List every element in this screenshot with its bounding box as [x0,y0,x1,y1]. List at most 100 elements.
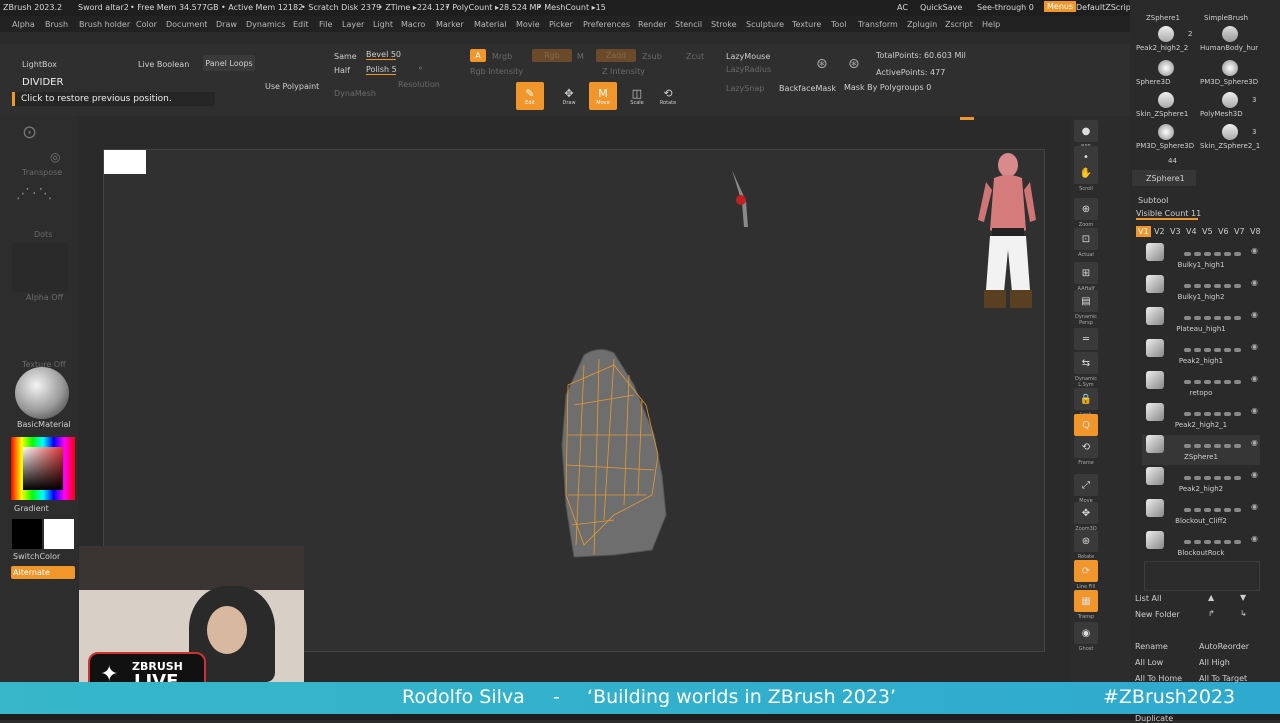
subtool-toggle[interactable] [1234,412,1241,416]
menu-help[interactable]: Help [982,20,1000,29]
subtool-toggles[interactable] [1184,345,1254,352]
eye-icon[interactable]: ◉ [1251,342,1258,351]
all-high-button[interactable]: All High [1199,658,1230,667]
subtool-toggles[interactable] [1184,409,1254,416]
menu-dynamics[interactable]: Dynamics [246,20,285,29]
move-button[interactable]: M Move [589,82,617,110]
shelf-dynamic-persp-button[interactable]: ▤ [1074,290,1098,312]
eye-icon[interactable]: ◉ [1251,470,1258,479]
subtool-title[interactable]: Subtool [1138,196,1168,205]
version-v2[interactable]: V2 [1152,226,1167,237]
zsub-button[interactable]: Zsub [642,52,662,61]
polish-dot-icon[interactable]: ◦ [418,64,423,73]
symmetry-icon[interactable]: ⊛ [816,56,828,72]
version-v4[interactable]: V4 [1184,226,1199,237]
subtool-toggle[interactable] [1194,316,1201,320]
subtool-toggle[interactable] [1194,508,1201,512]
secondary-color-swatch[interactable] [44,519,74,549]
menu-marker[interactable]: Marker [436,20,464,29]
subtool-toggle[interactable] [1204,412,1211,416]
a-toggle[interactable]: A [470,49,486,62]
subtool-row[interactable]: ◉ Peak2_high2_1 [1142,403,1260,433]
menu-edit[interactable]: Edit [293,20,309,29]
zcut-button[interactable]: Zcut [686,52,704,61]
all-low-button[interactable]: All Low [1135,658,1163,667]
menu-render[interactable]: Render [638,20,666,29]
subtool-toggle[interactable] [1224,380,1231,384]
version-v8[interactable]: V8 [1248,226,1263,237]
menus-toggle[interactable]: Menus [1044,1,1077,12]
eye-icon[interactable]: ◉ [1251,310,1258,319]
tool-thumb[interactable]: Sphere3D [1134,58,1200,88]
subtool-toggles[interactable] [1184,377,1254,384]
subtool-toggle[interactable] [1194,540,1201,544]
menu-macro[interactable]: Macro [401,20,425,29]
shelf-floor-button[interactable]: ═ [1074,328,1098,350]
default-zscript-button[interactable]: DefaultZScript [1076,3,1134,12]
subtool-toggle[interactable] [1224,316,1231,320]
tool-thumb[interactable]: Skin_ZSphere2_1 [1198,122,1264,152]
new-folder-button[interactable]: New Folder [1135,610,1180,619]
eye-icon[interactable]: ◉ [1251,374,1258,383]
menu-brush-holder[interactable]: Brush holder [79,20,130,29]
z-intensity-slider[interactable]: Z Intensity [602,67,645,76]
rgb-button[interactable]: Rgb [532,49,572,62]
all-to-target-button[interactable]: All To Target [1199,674,1247,683]
subtool-toggle[interactable] [1224,444,1231,448]
subtool-toggle[interactable] [1224,412,1231,416]
all-to-home-button[interactable]: All To Home [1135,674,1182,683]
subtool-toggle[interactable] [1224,348,1231,352]
panel-loops-button[interactable]: Panel Loops [203,55,255,71]
menu-texture[interactable]: Texture [792,20,821,29]
alpha-thumbnail[interactable] [12,242,68,292]
version-v3[interactable]: V3 [1168,226,1183,237]
eye-icon[interactable]: ◉ [1251,502,1258,511]
move-in-icon[interactable]: ↱ [1208,609,1215,618]
current-tool[interactable]: ZSphere1 [1132,170,1196,186]
lazymouse-button[interactable]: LazyMouse [726,52,770,61]
lazysnap-slider[interactable]: LazySnap [726,84,764,93]
subtool-toggle[interactable] [1214,380,1221,384]
eye-icon[interactable]: ◉ [1251,438,1258,447]
alternate-button[interactable]: Alternate [11,566,75,579]
eye-icon[interactable]: ◉ [1251,406,1258,415]
seethrough-slider[interactable]: See-through 0 [977,3,1034,12]
rotate-button[interactable]: ⟲ Rotate [654,82,682,110]
subtool-toggle[interactable] [1194,476,1201,480]
subtool-toggle[interactable] [1194,284,1201,288]
visible-count-slider[interactable]: Visible Count 11 [1136,209,1201,218]
subtool-toggles[interactable] [1184,473,1254,480]
version-v6[interactable]: V6 [1216,226,1231,237]
subtool-toggle[interactable] [1204,316,1211,320]
material-sphere[interactable] [15,367,69,419]
shelf-dynamic-l-sym-button[interactable]: ⇆ [1074,352,1098,374]
shelf-scroll-button[interactable]: ✋ [1074,162,1098,184]
subtool-toggle[interactable] [1194,412,1201,416]
menu-file[interactable]: File [319,20,332,29]
subtool-toggle[interactable] [1204,252,1211,256]
subtool-toggle[interactable] [1224,540,1231,544]
menu-brush[interactable]: Brush [45,20,68,29]
subtool-toggle[interactable] [1234,348,1241,352]
subtool-toggle[interactable] [1234,508,1241,512]
scale-button[interactable]: ◫ Scale [623,82,651,110]
menu-zplugin[interactable]: Zplugin [907,20,937,29]
subtool-toggles[interactable] [1184,313,1254,320]
tool-thumb[interactable]: Peak2_high2_2 [1134,24,1200,54]
subtool-toggle[interactable] [1214,284,1221,288]
tool-thumb[interactable]: HumanBody_hur [1198,24,1264,54]
subtool-row[interactable]: ◉ Peak2_high1 [1142,339,1260,369]
transpose-gizmo-icon[interactable]: ⊙ [22,122,37,143]
menu-color[interactable]: Color [136,20,157,29]
shelf-rotate-button[interactable]: ⊛ [1074,530,1098,552]
tool-thumb[interactable]: PolyMesh3D [1198,90,1264,120]
subtool-toggle[interactable] [1234,380,1241,384]
subtool-toggles[interactable] [1184,537,1254,544]
subtool-toggle[interactable] [1184,444,1191,448]
polish-slider[interactable]: Polish 5 [366,65,397,74]
color-picker[interactable] [11,437,75,500]
subtool-toggle[interactable] [1194,252,1201,256]
tool-thumb[interactable]: PM3D_Sphere3D [1134,122,1200,152]
subtool-row[interactable]: ◉ Peak2_high2 [1142,467,1260,497]
shelf-aahalf-button[interactable]: ⊞ [1074,262,1098,284]
